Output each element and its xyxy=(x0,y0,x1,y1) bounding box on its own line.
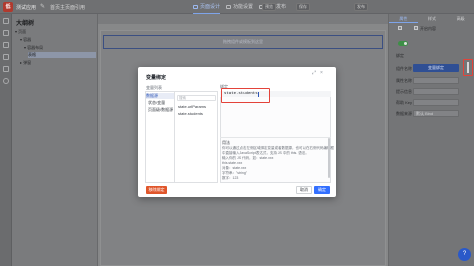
binding-highlight-box xyxy=(463,59,473,76)
help-fab-button[interactable]: ? xyxy=(458,248,471,261)
editor-divider xyxy=(220,137,331,138)
usage-line: 数字：123 xyxy=(222,176,239,180)
property-panel: 属性 样式 高级 xyxy=(388,14,474,266)
tree-node-dialog[interactable]: ▸ 弹窗 xyxy=(20,60,95,66)
category-state[interactable]: 状态/变量 xyxy=(148,100,165,106)
tree-node-layout[interactable]: ▾ 容器布局 xyxy=(24,45,95,51)
code-icon[interactable] xyxy=(3,54,9,60)
canvas-toolbar xyxy=(98,14,388,24)
outline-title: 大纲树 xyxy=(16,21,35,27)
binding-toggle-handle[interactable] xyxy=(467,62,469,73)
data-source-field[interactable]: 默认 Bind xyxy=(413,110,459,117)
option-checkbox[interactable] xyxy=(398,26,402,30)
data-source-label: 数据来源 xyxy=(396,111,412,116)
tree-node-page[interactable]: ▾ 页面 xyxy=(15,29,95,35)
theme-icon[interactable] xyxy=(3,78,9,84)
page-name[interactable]: 首页主页面引用 xyxy=(50,4,85,11)
remove-binding-button[interactable]: 移除绑定 xyxy=(146,186,167,194)
content-checkbox[interactable] xyxy=(414,26,418,30)
app-name[interactable]: 测试应用 xyxy=(16,4,36,11)
category-datasource[interactable]: 数据源 xyxy=(146,93,174,99)
cancel-button[interactable]: 取消 xyxy=(296,186,312,194)
category-page-datasource[interactable]: 页面级/数据源 xyxy=(148,107,173,113)
tree-node-table[interactable]: 表格 xyxy=(28,52,96,58)
outline-tree: 大纲树 ▾ 页面 ▾ 容器 ▾ 容器布局 表格 ▸ 弹窗 xyxy=(12,14,98,266)
tip-field[interactable] xyxy=(413,88,459,95)
usage-scrollbar[interactable] xyxy=(328,138,330,178)
variable-binding-button[interactable]: 变量绑定 xyxy=(413,64,459,72)
page-icon xyxy=(193,4,198,9)
component-name-label: 组件名称 xyxy=(396,66,412,71)
publish-button[interactable]: 发布 xyxy=(354,3,368,11)
tree-node-container[interactable]: ▾ 容器 xyxy=(20,37,95,43)
save-button[interactable]: 保存 xyxy=(296,3,310,11)
components-icon[interactable] xyxy=(3,30,9,36)
top-bar: 低 测试应用 ✎ 首页主页面引用 页面设计 功能设置 页面发布 预览 保存 发布 xyxy=(0,0,474,14)
edit-icon[interactable]: ✎ xyxy=(40,3,45,10)
tab-page-design[interactable]: 页面设计 xyxy=(193,0,221,14)
variable-item-urlparams[interactable]: state.urlParams xyxy=(178,104,206,109)
help-key-label: 帮助 Key xyxy=(396,100,413,105)
dialog-title: 变量绑定 xyxy=(146,75,167,81)
help-key-field[interactable] xyxy=(413,99,459,106)
code-highlight-box xyxy=(221,88,270,103)
property-name-field[interactable] xyxy=(413,77,459,84)
confirm-button[interactable]: 确定 xyxy=(314,186,330,194)
usage-line: this.state.xxx xyxy=(222,161,243,165)
tab-style[interactable]: 样式 xyxy=(418,14,447,23)
close-icon[interactable]: × xyxy=(320,70,323,76)
left-rail xyxy=(0,14,12,266)
variable-search-input[interactable]: 搜索 xyxy=(177,95,216,101)
tab-props[interactable]: 属性 xyxy=(389,14,418,23)
expand-icon[interactable]: ⤢ xyxy=(312,70,316,76)
data-source-icon[interactable] xyxy=(3,42,9,48)
outline-icon[interactable] xyxy=(3,18,9,24)
preview-button[interactable]: 预览 xyxy=(262,3,276,11)
tab-advanced[interactable]: 高级 xyxy=(446,14,474,23)
state-icon[interactable] xyxy=(3,66,9,72)
enable-toggle[interactable] xyxy=(398,41,408,46)
tip-label: 提示信息 xyxy=(396,89,412,94)
content-checkbox-label: 开启内容 xyxy=(420,26,436,31)
app-logo: 低 xyxy=(3,2,13,12)
property-tabs: 属性 样式 高级 xyxy=(389,14,474,23)
variable-item-students[interactable]: state.students xyxy=(178,111,203,116)
section-label: 绑定 xyxy=(396,53,404,58)
tab-function-settings[interactable]: 功能设置 xyxy=(226,0,253,14)
drop-placeholder[interactable]: 拖拽组件或模板到这里 xyxy=(103,35,383,49)
settings-icon xyxy=(226,5,232,9)
property-name-label: 属性名称 xyxy=(396,78,412,83)
